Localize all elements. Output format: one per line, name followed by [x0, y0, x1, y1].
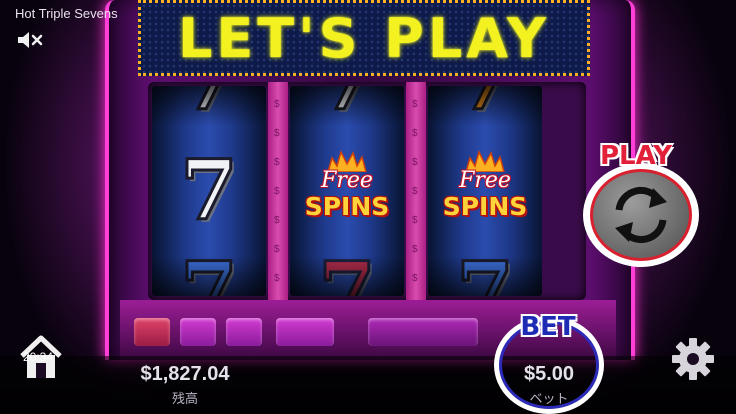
reel-shade: [290, 86, 404, 126]
deck-button: [180, 318, 216, 346]
play-button-ring: [583, 163, 699, 267]
reel-window: 7 7 7 7 Free SPINS 7 7: [148, 82, 586, 300]
gear-icon: [672, 338, 714, 380]
reel-shade: [428, 256, 542, 296]
free-spins-line-1: Free: [459, 168, 511, 193]
free-spins-line-1: Free: [321, 168, 373, 193]
balance-value: $1,827.04: [140, 363, 230, 385]
game-stage: LET'S PLAY 7 7 7 7 Free SPINS 7: [0, 0, 736, 414]
marquee-sign: LET'S PLAY: [138, 0, 590, 76]
bet-sub-label: ベット: [529, 391, 569, 406]
free-spins-symbol: Free SPINS: [428, 150, 542, 226]
free-spins-symbol: Free SPINS: [290, 150, 404, 226]
reel-divider: [268, 82, 288, 300]
play-button-face: [590, 169, 692, 261]
reel-shade: [290, 256, 404, 296]
mute-icon: [18, 32, 43, 48]
play-label: PLAY: [599, 141, 673, 171]
mute-button[interactable]: [16, 30, 46, 50]
clock: 20:34: [23, 350, 54, 364]
reel-shade: [152, 86, 266, 126]
reel-shade: [152, 256, 266, 296]
free-spins-line-2: SPINS: [304, 192, 390, 221]
reel-3: 7 Free SPINS 7: [428, 86, 542, 296]
balance-label: 残高: [171, 391, 198, 406]
deck-button: [368, 318, 478, 346]
reel-1-middle-symbol: 7: [179, 143, 239, 239]
bet-value: $5.00: [523, 363, 575, 385]
reel-2: 7 Free SPINS 7: [290, 86, 404, 296]
free-spins-line-2: SPINS: [442, 192, 528, 221]
marquee-title: LET'S PLAY: [177, 6, 551, 70]
refresh-icon: [615, 187, 667, 243]
deck-button: [276, 318, 334, 346]
deck-button: [226, 318, 262, 346]
deck-button: [134, 318, 170, 346]
bet-label: BET: [520, 312, 576, 342]
reel-1: 7 7 7: [152, 86, 266, 296]
game-title: Hot Triple Sevens: [15, 6, 118, 21]
settings-button[interactable]: [668, 334, 718, 384]
reel-divider: [406, 82, 426, 300]
play-button[interactable]: PLAY: [581, 141, 719, 271]
reel-shade: [428, 86, 542, 126]
